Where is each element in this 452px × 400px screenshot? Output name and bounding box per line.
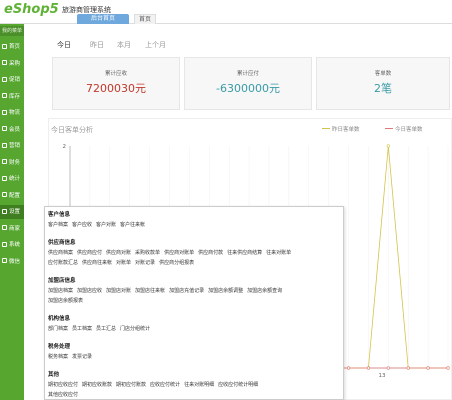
menu-link[interactable]: 期初应付账款 — [116, 382, 146, 388]
menu-link-row: 供应商档案 供应商应付 供应商对账 采购收款单 供应商对账单 供应商付款 往来供应商结算 往来… — [48, 249, 295, 256]
menu-link[interactable]: 供应商对账单 — [164, 250, 194, 256]
menu-link[interactable]: 应收应付统计 — [150, 382, 180, 388]
menu-link[interactable]: 加盟店档案 — [48, 288, 73, 294]
menu-section-title: 税务处理 — [48, 344, 71, 350]
data-point — [346, 366, 351, 370]
menu-section-title: 机构信息 — [48, 316, 71, 322]
menu-link[interactable]: 往来对账明细 — [184, 382, 214, 388]
data-point — [426, 366, 430, 370]
data-point — [386, 144, 390, 148]
menu-link[interactable]: 加盟店余额调整 — [208, 288, 243, 294]
menu-link[interactable]: 门店分组统计 — [120, 326, 150, 332]
menu-link[interactable]: 其他应收应付 — [48, 392, 78, 398]
menu-link[interactable]: 加盟店应收 — [77, 288, 102, 294]
menu-link[interactable]: 对账记录 — [135, 260, 155, 266]
data-point — [446, 366, 450, 370]
menu-link-row: 期初应收应付 期初应收账款 期初应付账款 应收应付统计 往来对账明细 应收应付统计明细 — [48, 381, 262, 388]
menu-link[interactable]: 加盟店余额报表 — [48, 298, 83, 304]
menu-link[interactable]: 税务档案 — [48, 354, 68, 360]
finance-menu-dropdown — [44, 206, 344, 400]
menu-link[interactable]: 供应商分组报表 — [159, 260, 194, 266]
menu-link-row: 部门档案 员工档案 员工汇总 门店分组统计 — [48, 325, 154, 332]
menu-link-row: 客户档案 客户应收 客户对账 客户往来帐 — [48, 221, 149, 228]
menu-link[interactable]: 客户档案 — [48, 222, 68, 228]
menu-link[interactable]: 客户对账 — [96, 222, 116, 228]
menu-link[interactable]: 往来供应商结算 — [227, 250, 262, 256]
menu-link-row: 加盟店档案 加盟店应收 加盟店对账 加盟店往来帐 加盟店充值记录 加盟店余额调整 加盟店余额… — [48, 287, 286, 294]
menu-link[interactable]: 客户应收 — [72, 222, 92, 228]
menu-link[interactable]: 员工汇总 — [96, 326, 116, 332]
menu-link[interactable]: 客户往来帐 — [120, 222, 145, 228]
data-point — [386, 366, 390, 370]
x-tick-label: 13 — [379, 373, 386, 379]
y-tick-label: 2 — [63, 144, 67, 150]
menu-link[interactable]: 供应商对账 — [106, 250, 131, 256]
menu-link[interactable]: 对账单 — [116, 260, 131, 266]
menu-link[interactable]: 供应商档案 — [48, 250, 73, 256]
menu-link-row: 加盟店余额报表 — [48, 297, 87, 304]
menu-link-row: 其他应收应付 — [48, 391, 82, 398]
menu-link[interactable]: 应收应付统计明细 — [218, 382, 258, 388]
menu-link-row: 税务档案 发票记录 — [48, 353, 96, 360]
menu-link[interactable]: 采购收款单 — [135, 250, 160, 256]
data-point — [366, 366, 371, 370]
menu-link[interactable]: 加盟店充值记录 — [169, 288, 204, 294]
menu-link[interactable]: 员工档案 — [72, 326, 92, 332]
menu-section-title: 加盟店信息 — [48, 278, 76, 284]
menu-section-title: 客户信息 — [48, 212, 71, 218]
menu-link[interactable]: 供应商付款 — [198, 250, 223, 256]
menu-link-row: 应付账款汇总 供应商往来帐 对账单 对账记录 供应商分组报表 — [48, 259, 198, 266]
menu-link[interactable]: 部门档案 — [48, 326, 68, 332]
menu-link[interactable]: 期初应收账款 — [82, 382, 112, 388]
menu-link[interactable]: 加盟店对账 — [106, 288, 131, 294]
menu-section-title: 供应商信息 — [48, 240, 76, 246]
menu-link[interactable]: 发票记录 — [72, 354, 92, 360]
data-point — [406, 366, 410, 370]
menu-link[interactable]: 供应商应付 — [77, 250, 102, 256]
menu-link[interactable]: 期初应收应付 — [48, 382, 78, 388]
menu-section-title: 其他 — [48, 372, 60, 378]
menu-link[interactable]: 往来对账单 — [266, 250, 291, 256]
menu-link[interactable]: 应付账款汇总 — [48, 260, 78, 266]
menu-link[interactable]: 加盟店往来帐 — [135, 288, 165, 294]
menu-link[interactable]: 供应商往来帐 — [82, 260, 112, 266]
menu-link[interactable]: 加盟店余额查询 — [247, 288, 282, 294]
